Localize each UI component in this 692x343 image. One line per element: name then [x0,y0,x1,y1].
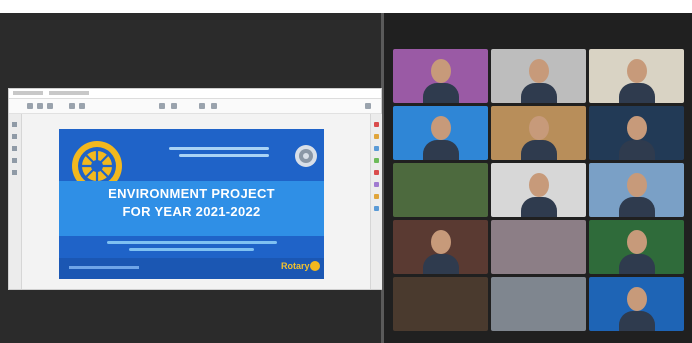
rotary-small-wheel-icon [310,261,320,271]
participant-name [595,149,678,157]
toolbar-icon[interactable] [47,103,53,109]
meeting-window: ENVIRONMENT PROJECT FOR YEAR 2021-2022 R… [0,0,692,343]
tool-icon[interactable] [374,122,379,127]
participant-tile[interactable] [491,277,586,331]
participant-name [595,92,678,100]
participant-name [497,149,580,157]
participant-face [529,116,549,140]
participant-name [399,206,482,214]
participant-name [497,263,580,271]
toolbar-icon[interactable] [79,103,85,109]
toolbar-icon[interactable] [211,103,217,109]
participant-tile[interactable] [491,220,586,274]
participant-tile[interactable] [589,106,684,160]
participant-face [529,59,549,83]
participant-face [431,230,451,254]
tool-icon[interactable] [374,170,379,175]
window-tab[interactable] [13,91,43,95]
participant-name [399,92,482,100]
slide-header-text [169,147,269,150]
participant-name [399,263,482,271]
participant-tile[interactable] [589,277,684,331]
participant-face [627,59,647,83]
presentation-titlebar [9,89,381,99]
participant-name [497,206,580,214]
participant-tile[interactable] [589,163,684,217]
tool-icon[interactable] [374,206,379,211]
slide-subtitle-text [129,248,254,251]
tool-icon[interactable] [374,182,379,187]
participant-tile[interactable] [491,106,586,160]
participant-tile[interactable] [491,49,586,103]
participant-tile[interactable] [589,220,684,274]
toolbar-icon[interactable] [27,103,33,109]
shared-presentation-window: ENVIRONMENT PROJECT FOR YEAR 2021-2022 R… [8,88,382,290]
participant-name [497,320,580,328]
tools-sidebar [370,114,382,289]
slide-title-line-2: FOR YEAR 2021-2022 [122,204,261,219]
participant-name [497,92,580,100]
participant-tile[interactable] [393,49,488,103]
participant-tile[interactable] [491,163,586,217]
rotary-wordmark: Rotary [281,261,310,271]
sidebar-icon[interactable] [12,146,17,151]
slide-subtitle-text [107,241,277,244]
sidebar-icon[interactable] [12,170,17,175]
slide-title-line-1: ENVIRONMENT PROJECT [108,186,275,201]
slide-sidebar [9,114,22,289]
tool-icon[interactable] [374,146,379,151]
participant-name [399,320,482,328]
toolbar-icon[interactable] [199,103,205,109]
toolbar-icon[interactable] [69,103,75,109]
participant-name [595,320,678,328]
toolbar-icon[interactable] [171,103,177,109]
participant-name [399,149,482,157]
sidebar-icon[interactable] [12,134,17,139]
participant-tile[interactable] [393,220,488,274]
participant-tile[interactable] [393,277,488,331]
participant-face [431,59,451,83]
participant-face [627,173,647,197]
participant-tile[interactable] [393,163,488,217]
district-seal-logo [295,145,317,167]
toolbar-icon[interactable] [37,103,43,109]
toolbar-icon[interactable] [159,103,165,109]
participant-face [627,116,647,140]
participant-tile[interactable] [589,49,684,103]
tool-icon[interactable] [374,194,379,199]
sidebar-icon[interactable] [12,158,17,163]
slide-header-text [179,154,269,157]
presentation-slide: ENVIRONMENT PROJECT FOR YEAR 2021-2022 R… [59,129,324,279]
participant-face [627,230,647,254]
tool-icon[interactable] [374,134,379,139]
participant-face [529,173,549,197]
window-tab[interactable] [49,91,89,95]
toolbar-icon[interactable] [365,103,371,109]
participant-tile[interactable] [393,106,488,160]
tool-icon[interactable] [374,158,379,163]
participant-name [595,263,678,271]
participant-face [431,116,451,140]
sidebar-icon[interactable] [12,122,17,127]
participant-face [627,287,647,311]
participant-name [595,206,678,214]
presentation-toolbar [9,99,381,114]
slide-footer-text [69,266,139,269]
